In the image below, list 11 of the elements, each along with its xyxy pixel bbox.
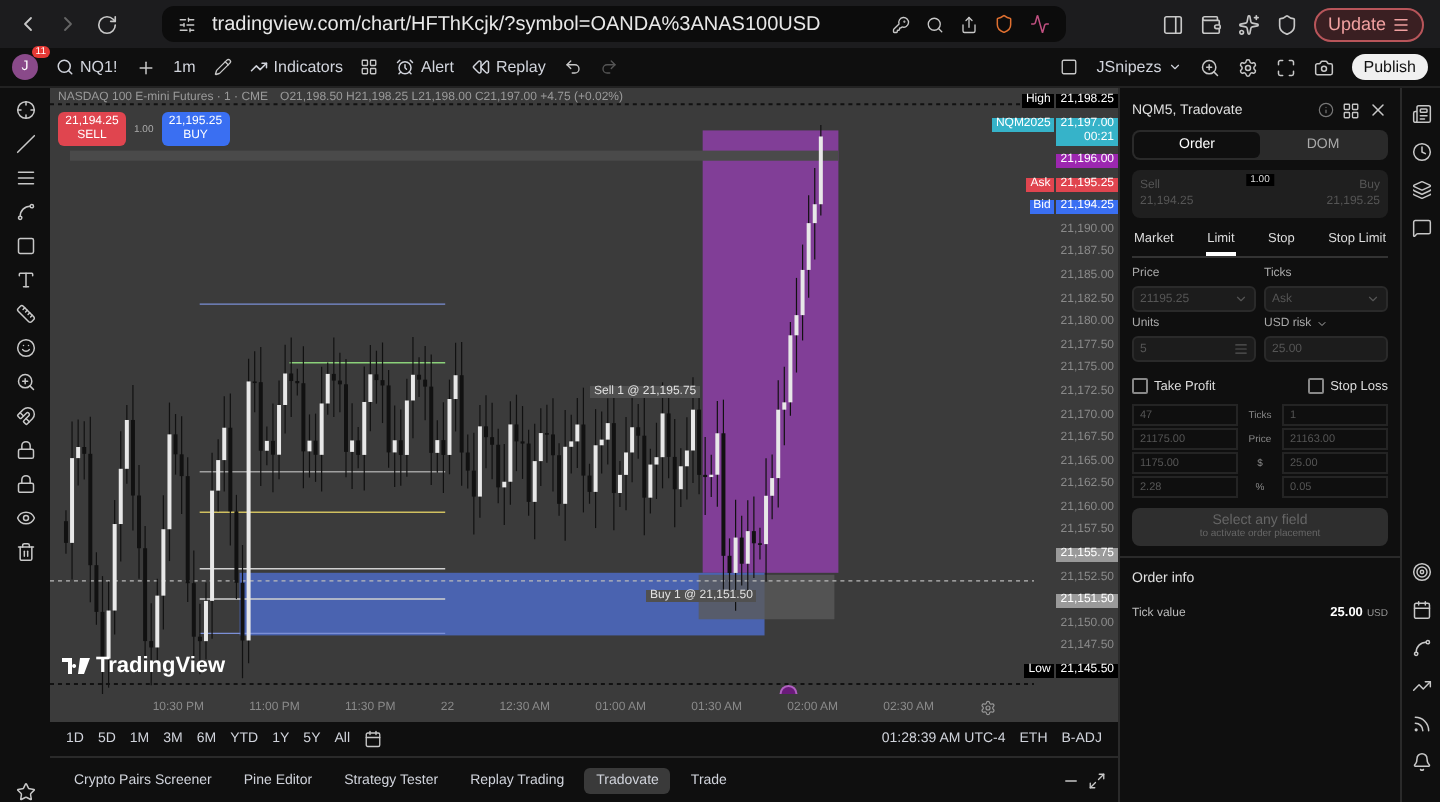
layout-name-button[interactable]: JSnipezs [1096, 58, 1182, 76]
url-text: tradingview.com/chart/HFThKcjk/?symbol=OANDA%3ANAS100USD [212, 13, 823, 35]
update-button[interactable]: Update [1313, 7, 1424, 41]
symbol-search-button[interactable]: NQ1! [56, 58, 118, 76]
replay-button[interactable]: Replay [471, 58, 546, 76]
address-bar[interactable]: tradingview.com/chart/HFThKcjk/?symbol=OANDA%3ANAS100USD [162, 6, 1066, 42]
interval-button[interactable]: 1m [173, 58, 196, 76]
logo-text: TradingView [96, 654, 226, 678]
publish-button[interactable]: Publish [1351, 54, 1428, 80]
indicators-button[interactable]: Indicators [249, 58, 343, 76]
alert-button[interactable]: Alert [396, 58, 454, 76]
